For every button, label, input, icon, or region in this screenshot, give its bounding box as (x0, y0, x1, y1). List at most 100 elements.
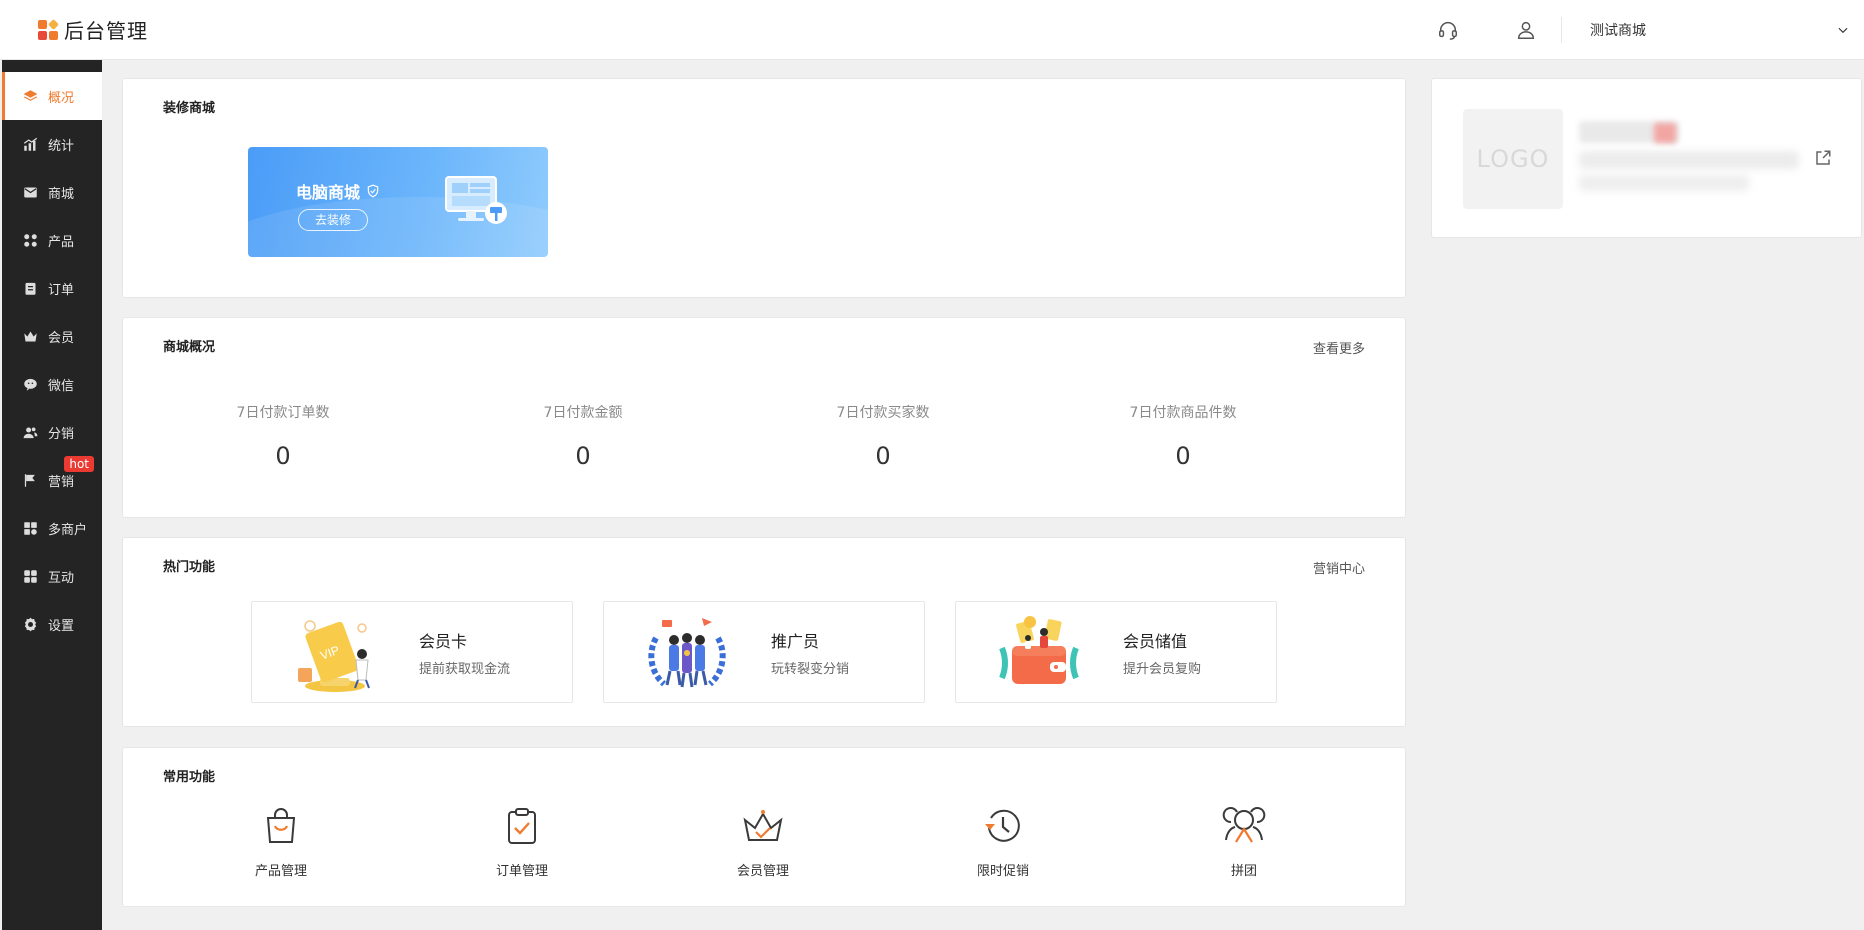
tool-flash-sale[interactable]: 限时促销 (943, 804, 1063, 879)
external-link-icon[interactable] (1814, 149, 1832, 167)
decorate-store-card: 装修商城 电脑商城 去装修 (122, 78, 1406, 298)
sidebar-item-label: 互动 (48, 570, 75, 586)
feature-name: 会员卡 (419, 632, 468, 651)
shopping-bag-icon (259, 804, 303, 848)
tool-label: 会员管理 (736, 864, 789, 879)
clipboard-icon (22, 280, 38, 296)
sidebar-item-settings[interactable]: 设置 (2, 600, 102, 648)
brand[interactable]: 后台管理 (38, 15, 148, 44)
sidebar-item-products[interactable]: 产品 (2, 216, 102, 264)
sidebar: 概况 统计 商城 产品 订单 会员 微信 分销 营销 hot 多商户 互动 设置 (2, 60, 102, 930)
sidebar-item-marketing[interactable]: 营销 hot (2, 456, 102, 504)
store-url-blurred (1579, 151, 1799, 169)
stat-label: 7日付款金额 (543, 405, 623, 421)
sidebar-item-interaction[interactable]: 互动 (2, 552, 102, 600)
store-info-card: LOGO (1431, 78, 1862, 238)
feature-desc: 玩转裂变分销 (771, 662, 850, 677)
stat-value: 0 (575, 442, 591, 470)
user-icon[interactable] (1511, 15, 1541, 45)
pc-store-title-text: 电脑商城 (296, 183, 361, 202)
sidebar-item-distribution[interactable]: 分销 (2, 408, 102, 456)
store-logo: LOGO (1463, 109, 1563, 209)
sidebar-item-wechat[interactable]: 微信 (2, 360, 102, 408)
crown-icon (22, 328, 38, 344)
card-title: 装修商城 (163, 101, 216, 116)
sidebar-item-mall[interactable]: 商城 (2, 168, 102, 216)
view-more-link[interactable]: 查看更多 (1313, 338, 1365, 357)
stat-label: 7日付款订单数 (236, 405, 330, 421)
card-title: 常用功能 (163, 770, 216, 785)
sidebar-item-orders[interactable]: 订单 (2, 264, 102, 312)
computer-illustration-icon (445, 176, 507, 224)
sidebar-item-label: 统计 (48, 138, 75, 154)
feature-name: 会员储值 (1123, 632, 1188, 651)
clock-icon (981, 804, 1025, 848)
brand-title: 后台管理 (64, 19, 148, 43)
feature-member-card[interactable]: VIP 会员卡 提前获取现金流 (251, 601, 573, 703)
feature-name: 推广员 (771, 632, 820, 651)
sidebar-item-label: 订单 (48, 282, 75, 298)
clipboard-check-icon (500, 804, 544, 848)
wallet-illustration-icon (999, 616, 1079, 684)
sidebar-item-label: 营销 (48, 474, 75, 490)
sidebar-item-label: 多商户 (48, 522, 88, 538)
tool-label: 订单管理 (495, 864, 548, 879)
marketing-center-link[interactable]: 营销中心 (1313, 558, 1365, 577)
tool-label: 限时促销 (976, 864, 1029, 879)
users-icon (22, 424, 38, 440)
store-icon (22, 520, 38, 536)
sidebar-item-label: 分销 (48, 426, 75, 442)
wechat-icon (22, 376, 38, 392)
sidebar-item-label: 产品 (48, 234, 75, 250)
header-divider (1561, 17, 1562, 43)
sidebar-item-label: 微信 (48, 378, 75, 394)
crown-icon (741, 804, 785, 848)
stat-paid-amount: 7日付款金额 0 (433, 402, 733, 470)
stat-label: 7日付款商品件数 (1129, 405, 1237, 421)
store-expiry-blurred (1579, 175, 1749, 191)
group-icon (1222, 804, 1266, 848)
common-features-card: 常用功能 产品管理 订单管理 会员管理 限时促销 拼团 (122, 747, 1406, 907)
feature-member-recharge[interactable]: 会员储值 提升会员复购 (955, 601, 1277, 703)
store-badge-blurred (1654, 123, 1676, 143)
tool-product-management[interactable]: 产品管理 (221, 804, 341, 879)
card-title: 商城概况 (163, 340, 216, 355)
mail-icon (22, 184, 38, 200)
hot-features-card: 热门功能 营销中心 VIP 会员卡 提前获取现金流 推广员 玩转裂变分销 会员储… (122, 537, 1406, 727)
card-title: 热门功能 (163, 560, 216, 575)
tool-member-management[interactable]: 会员管理 (703, 804, 823, 879)
pc-store-banner[interactable]: 电脑商城 去装修 (248, 147, 548, 257)
decorate-button[interactable]: 去装修 (298, 209, 368, 231)
store-overview-card: 商城概况 查看更多 7日付款订单数 0 7日付款金额 0 7日付款买家数 0 7… (122, 317, 1406, 518)
chart-icon (22, 136, 38, 152)
sidebar-item-members[interactable]: 会员 (2, 312, 102, 360)
sidebar-item-label: 概况 (48, 90, 75, 106)
apps-icon (22, 568, 38, 584)
stat-value: 0 (275, 442, 291, 470)
store-selector[interactable]: 测试商城 (1590, 20, 1850, 40)
stat-paid-orders: 7日付款订单数 0 (133, 402, 433, 470)
tool-order-management[interactable]: 订单管理 (462, 804, 582, 879)
stat-value: 0 (875, 442, 891, 470)
stat-paid-buyers: 7日付款买家数 0 (733, 402, 1033, 470)
top-header: 后台管理 测试商城 (0, 0, 1864, 60)
sidebar-item-multi-merchant[interactable]: 多商户 (2, 504, 102, 552)
tool-group-buy[interactable]: 拼团 (1184, 804, 1304, 879)
header-actions: 测试商城 (1433, 0, 1864, 60)
promoter-illustration-icon (648, 618, 726, 688)
feature-promoter[interactable]: 推广员 玩转裂变分销 (603, 601, 925, 703)
chevron-down-icon (1838, 27, 1848, 34)
shield-check-icon (367, 184, 379, 198)
tool-label: 产品管理 (254, 864, 307, 879)
stat-label: 7日付款买家数 (836, 405, 930, 421)
flag-icon (22, 472, 38, 488)
headset-icon[interactable] (1433, 15, 1463, 45)
vip-card-illustration-icon: VIP (298, 620, 370, 692)
sidebar-item-statistics[interactable]: 统计 (2, 120, 102, 168)
tool-label: 拼团 (1230, 864, 1257, 879)
sidebar-item-overview[interactable]: 概况 (2, 72, 102, 120)
gear-icon (22, 616, 38, 632)
store-selector-label: 测试商城 (1590, 23, 1646, 39)
feature-desc: 提升会员复购 (1123, 662, 1202, 677)
hot-badge: hot (64, 456, 94, 472)
